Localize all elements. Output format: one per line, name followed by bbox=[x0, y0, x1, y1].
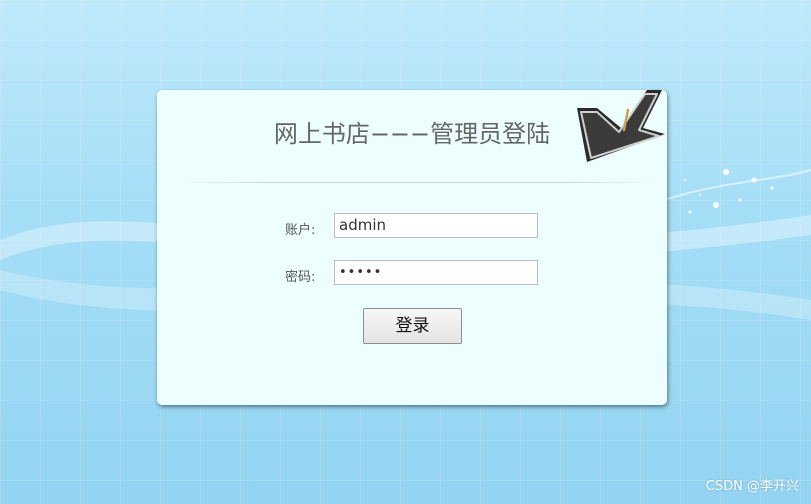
username-row: 账户: admin bbox=[157, 213, 667, 241]
username-input[interactable]: admin bbox=[334, 213, 538, 238]
password-row: 密码: ••••• bbox=[157, 260, 667, 288]
password-input[interactable]: ••••• bbox=[334, 260, 538, 285]
arrow-icon bbox=[577, 90, 665, 162]
login-page: 网上书店−−−管理员登陆 账户: admin 密码: ••••• 登录 CSDN… bbox=[0, 0, 811, 504]
login-card: 网上书店−−−管理员登陆 账户: admin 密码: ••••• 登录 bbox=[157, 90, 667, 405]
password-label: 密码: bbox=[285, 270, 316, 285]
login-button[interactable]: 登录 bbox=[363, 308, 462, 344]
title-divider bbox=[177, 182, 657, 183]
username-label: 账户: bbox=[285, 223, 316, 238]
csdn-watermark: CSDN @李开兴 bbox=[705, 479, 799, 494]
